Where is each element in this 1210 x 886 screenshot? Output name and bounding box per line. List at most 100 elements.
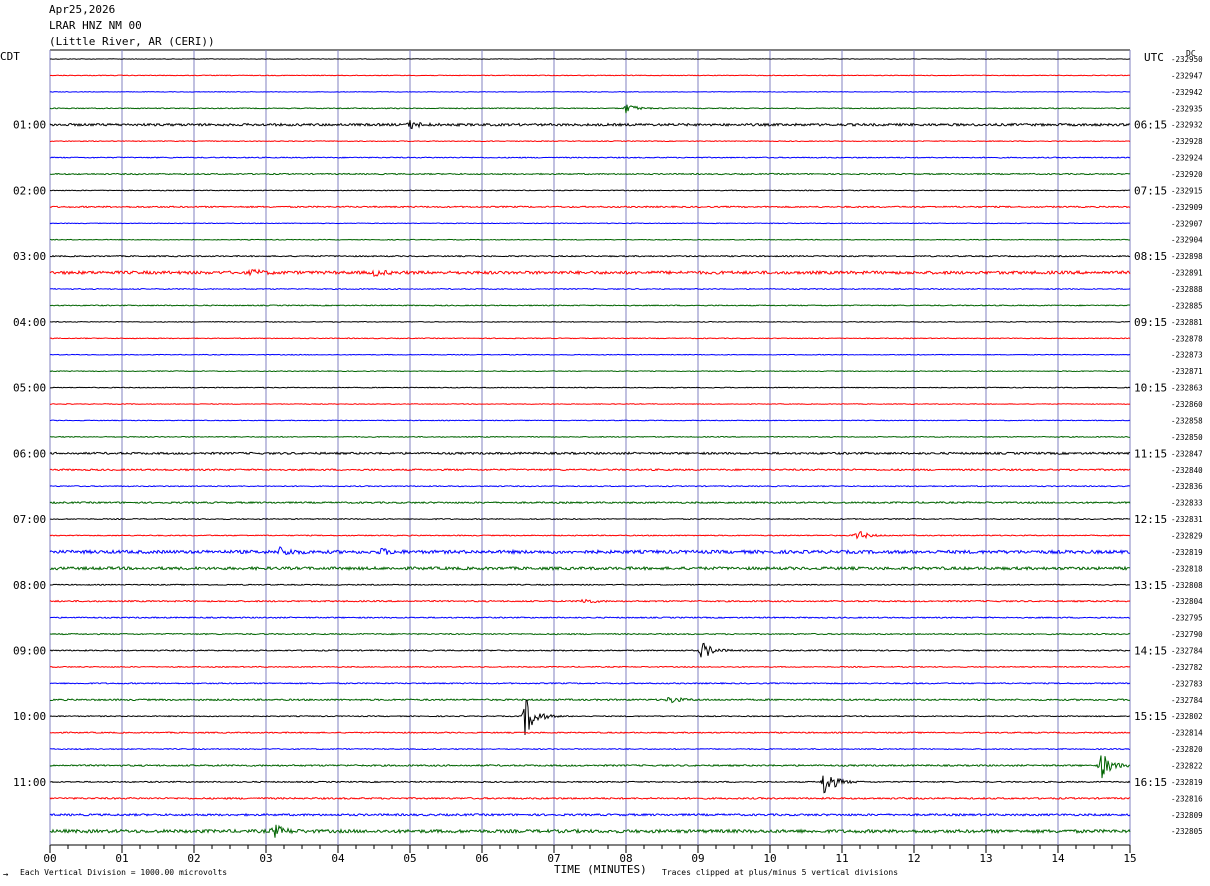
hour-label-left: 06:00 — [13, 447, 46, 460]
seismic-trace-blue — [49, 90, 1131, 93]
seismic-trace-blue — [49, 287, 1131, 291]
seismic-trace-red — [49, 74, 1131, 77]
dc-offset-label: -232915 — [1171, 186, 1203, 195]
hour-label-right: 12:15 — [1134, 513, 1167, 526]
x-tick-label: 04 — [331, 852, 345, 865]
hour-label-left: 11:00 — [13, 776, 46, 789]
hour-label-left: 02:00 — [13, 184, 46, 197]
dc-offset-label: -232891 — [1171, 269, 1203, 278]
x-tick-label: 13 — [979, 852, 992, 865]
x-tick-label: 10 — [763, 852, 776, 865]
dc-offset-label: -232885 — [1171, 301, 1203, 310]
seismic-trace-green — [49, 172, 1131, 176]
seismic-trace-red — [49, 731, 1131, 734]
seismic-trace-blue — [49, 485, 1131, 488]
x-tick-label: 03 — [259, 852, 272, 865]
dc-offset-label: -232818 — [1171, 564, 1203, 573]
dc-offset-label: -232829 — [1171, 531, 1203, 540]
seismic-trace-black — [49, 58, 1131, 60]
dc-offset-label: -232805 — [1171, 827, 1203, 836]
seismic-trace-black — [49, 120, 1131, 130]
seismic-trace-blue — [49, 616, 1131, 619]
dc-offset-label: -232888 — [1171, 285, 1203, 294]
hour-label-left: 08:00 — [13, 579, 46, 592]
seismic-trace-green — [49, 500, 1131, 505]
x-tick-label: 14 — [1051, 852, 1065, 865]
seismic-trace-black — [49, 699, 1131, 736]
seismic-trace-green — [49, 435, 1131, 438]
x-tick-label: 06 — [475, 852, 488, 865]
x-tick-label: 15 — [1123, 852, 1136, 865]
dc-offset-label: -232847 — [1171, 449, 1203, 458]
x-tick-label: 12 — [907, 852, 920, 865]
hour-label-right: 09:15 — [1134, 316, 1167, 329]
dc-offset-label: -232950 — [1171, 55, 1203, 64]
seismic-trace-blue — [49, 156, 1131, 159]
seismic-trace-black — [49, 320, 1131, 323]
seismic-trace-red — [49, 268, 1131, 277]
x-tick-label: 02 — [187, 852, 200, 865]
seismic-trace-black — [49, 517, 1131, 521]
dc-offset-label: -232804 — [1171, 597, 1203, 606]
hour-label-left: 05:00 — [13, 382, 46, 395]
seismic-trace-green — [49, 104, 1131, 114]
seismic-trace-green — [49, 565, 1131, 572]
dc-offset-label: -232924 — [1171, 154, 1203, 163]
dc-offset-label: -232878 — [1171, 334, 1203, 343]
hour-label-right: 16:15 — [1134, 776, 1167, 789]
seismic-trace-blue — [49, 812, 1131, 817]
x-axis-title: TIME (MINUTES) — [554, 863, 647, 876]
seismic-trace-blue — [49, 546, 1131, 556]
dc-offset-label: -232860 — [1171, 400, 1203, 409]
dc-offset-label: -232831 — [1171, 515, 1203, 524]
seismic-trace-black — [49, 386, 1131, 389]
seismic-trace-green — [49, 304, 1131, 307]
dc-offset-label: -232907 — [1171, 219, 1203, 228]
dc-offset-label: -232782 — [1171, 663, 1203, 672]
seismic-trace-red — [49, 205, 1131, 209]
dc-offset-label: -232909 — [1171, 203, 1203, 212]
dc-offset-label: -232850 — [1171, 433, 1203, 442]
dc-offset-label: -232816 — [1171, 794, 1203, 803]
seismic-trace-red — [49, 796, 1131, 800]
dc-offset-label: -232858 — [1171, 416, 1203, 425]
seismic-trace-black — [49, 642, 1131, 658]
dc-offset-label: -232873 — [1171, 351, 1203, 360]
hour-label-right: 10:15 — [1134, 382, 1167, 395]
hour-label-right: 11:15 — [1134, 447, 1167, 460]
hour-label-right: 14:15 — [1134, 644, 1167, 657]
dc-offset-label: -232784 — [1171, 696, 1203, 705]
dc-offset-label: -232836 — [1171, 482, 1203, 491]
dc-offset-label: -232822 — [1171, 761, 1203, 770]
seismic-trace-red — [49, 530, 1131, 540]
seismic-trace-blue — [49, 682, 1131, 685]
seismic-trace-red — [49, 468, 1131, 472]
hour-label-left: 04:00 — [13, 316, 46, 329]
hour-label-right: 13:15 — [1134, 579, 1167, 592]
x-tick-label: 11 — [835, 852, 848, 865]
helicorder-chart: 00 01 02 03 04 05 06 07 08 09 10 11 12 13 14 15-232950-… — [13, 49, 1203, 865]
dc-offset-label: -232942 — [1171, 88, 1203, 97]
hour-label-left: 09:00 — [13, 644, 46, 657]
hour-label-right: 07:15 — [1134, 184, 1167, 197]
hour-label-right: 08:15 — [1134, 250, 1167, 263]
dc-offset-label: -232819 — [1171, 778, 1203, 787]
dc-offset-label: -232928 — [1171, 137, 1203, 146]
dc-offset-label: -232802 — [1171, 712, 1203, 721]
seismic-trace-green — [49, 755, 1131, 779]
dc-offset-label: -232790 — [1171, 630, 1203, 639]
seismic-trace-blue — [49, 747, 1131, 751]
dc-offset-label: -232819 — [1171, 548, 1203, 557]
dc-offset-label: -232808 — [1171, 581, 1203, 590]
dc-offset-label: -232809 — [1171, 811, 1203, 820]
seismic-trace-red — [49, 140, 1131, 143]
seismic-trace-red — [49, 665, 1131, 669]
seismic-trace-green — [49, 238, 1131, 241]
seismic-trace-black — [49, 189, 1130, 192]
arrow-logo-icon: → — [3, 870, 9, 880]
dc-offset-label: -232795 — [1171, 614, 1203, 623]
seismic-trace-black — [49, 451, 1131, 456]
x-tick-label: 01 — [115, 852, 128, 865]
dc-offset-label: -232783 — [1171, 679, 1203, 688]
seismic-trace-blue — [49, 222, 1131, 225]
